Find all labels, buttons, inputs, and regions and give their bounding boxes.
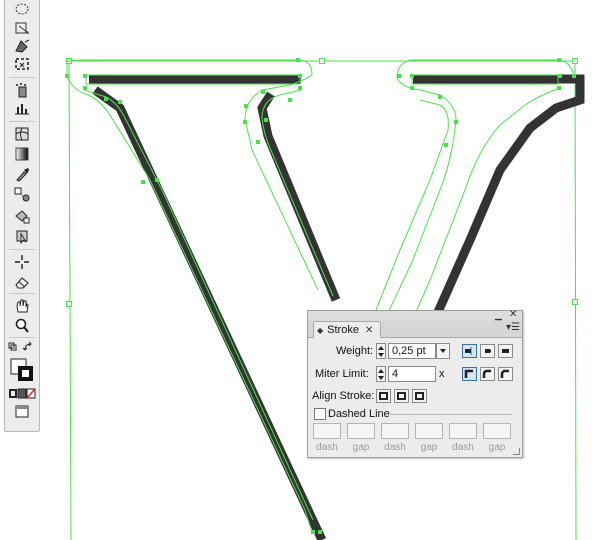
dash-input-2[interactable] xyxy=(381,423,409,439)
bevel-join-icon xyxy=(500,369,509,378)
bevel-join-button[interactable] xyxy=(498,367,513,381)
zoom-icon[interactable] xyxy=(10,317,34,335)
tab-arrows-icon: ◆ xyxy=(317,325,324,335)
column-graph-icon[interactable] xyxy=(10,99,34,117)
collapse-icon[interactable]: ▁ xyxy=(495,310,502,321)
panel-title-bar[interactable]: ▁ ✕ xyxy=(308,309,522,321)
color-mode-icon[interactable] xyxy=(8,387,36,401)
round-cap-button[interactable] xyxy=(480,344,495,358)
weight-label: Weight: xyxy=(336,345,374,357)
dashed-line-divider xyxy=(390,414,512,415)
weight-dropdown-button[interactable] xyxy=(436,343,450,359)
align-stroke-label: Align Stroke: xyxy=(312,390,375,402)
tab-stroke-label: Stroke xyxy=(327,324,359,336)
projecting-cap-icon xyxy=(502,349,509,353)
miter-join-button[interactable] xyxy=(462,367,477,381)
symbol-sprayer-icon[interactable] xyxy=(10,81,34,99)
screen-mode-icon[interactable] xyxy=(8,405,36,419)
fill-stroke-swatch-icon[interactable] xyxy=(8,357,36,383)
dash-label: dash xyxy=(452,442,474,453)
tab-stroke[interactable]: ◆ Stroke ✕ xyxy=(313,321,381,338)
align-outside-icon xyxy=(415,392,424,400)
mesh-icon[interactable] xyxy=(10,125,34,143)
letter-v-outline xyxy=(66,59,575,533)
hand-icon[interactable] xyxy=(10,297,34,315)
align-center-icon xyxy=(379,392,388,400)
gradient-icon[interactable] xyxy=(10,145,34,163)
slice-icon[interactable] xyxy=(10,253,34,271)
selection-grid-icon[interactable] xyxy=(10,55,34,73)
align-center-button[interactable] xyxy=(376,389,391,403)
round-join-button[interactable] xyxy=(480,367,495,381)
dashed-line-checkbox[interactable] xyxy=(314,408,326,420)
close-tab-icon[interactable]: ✕ xyxy=(365,325,373,336)
artboard-canvas[interactable] xyxy=(0,0,600,540)
panel-menu-icon[interactable]: ▾☰ xyxy=(506,322,520,333)
dash-input-1[interactable] xyxy=(313,423,341,439)
projecting-cap-button[interactable] xyxy=(498,344,513,358)
eyedropper-icon[interactable] xyxy=(10,165,34,183)
eraser-icon[interactable] xyxy=(10,273,34,291)
dash-label: dash xyxy=(384,442,406,453)
free-transform-icon[interactable] xyxy=(10,19,34,37)
align-inside-icon xyxy=(397,392,406,400)
default-fill-stroke-icon[interactable] xyxy=(8,341,36,355)
anchor-points xyxy=(65,58,576,534)
miter-limit-label: Miter Limit: xyxy=(315,368,369,380)
gap-label: gap xyxy=(420,442,438,453)
close-panel-icon[interactable]: ✕ xyxy=(509,309,517,320)
round-cap-icon xyxy=(485,349,491,353)
dash-input-3[interactable] xyxy=(449,423,477,439)
round-join-icon xyxy=(482,369,491,378)
gap-label: gap xyxy=(352,442,370,453)
blend-icon[interactable] xyxy=(10,185,34,203)
live-paint-icon[interactable] xyxy=(10,207,34,225)
resize-grip-icon[interactable] xyxy=(513,448,520,455)
gap-input-1[interactable] xyxy=(347,423,375,439)
align-outside-button[interactable] xyxy=(412,389,427,403)
butt-cap-button[interactable] xyxy=(462,344,477,358)
butt-cap-icon xyxy=(465,347,472,355)
shape-builder-icon[interactable] xyxy=(10,37,34,55)
miter-unit-label: x xyxy=(439,368,445,380)
weight-stepper[interactable] xyxy=(376,343,386,359)
gap-input-3[interactable] xyxy=(483,423,511,439)
dashed-line-label: Dashed Line xyxy=(328,408,390,420)
dash-label: dash xyxy=(316,442,338,453)
lasso-icon[interactable] xyxy=(10,1,34,19)
chevron-down-icon xyxy=(440,349,446,353)
tools-panel xyxy=(4,0,40,432)
align-inside-button[interactable] xyxy=(394,389,409,403)
stroke-panel: ▁ ✕ ◆ Stroke ✕ ▾☰ Weight: 0,25 pt Miter … xyxy=(307,309,523,458)
weight-input[interactable]: 0,25 pt xyxy=(388,343,436,359)
miter-stepper[interactable] xyxy=(376,366,386,382)
miter-join-icon xyxy=(464,369,473,378)
gap-label: gap xyxy=(488,442,506,453)
live-paint-select-icon[interactable] xyxy=(10,227,34,245)
gap-input-2[interactable] xyxy=(415,423,443,439)
miter-limit-input[interactable]: 4 xyxy=(388,366,436,382)
